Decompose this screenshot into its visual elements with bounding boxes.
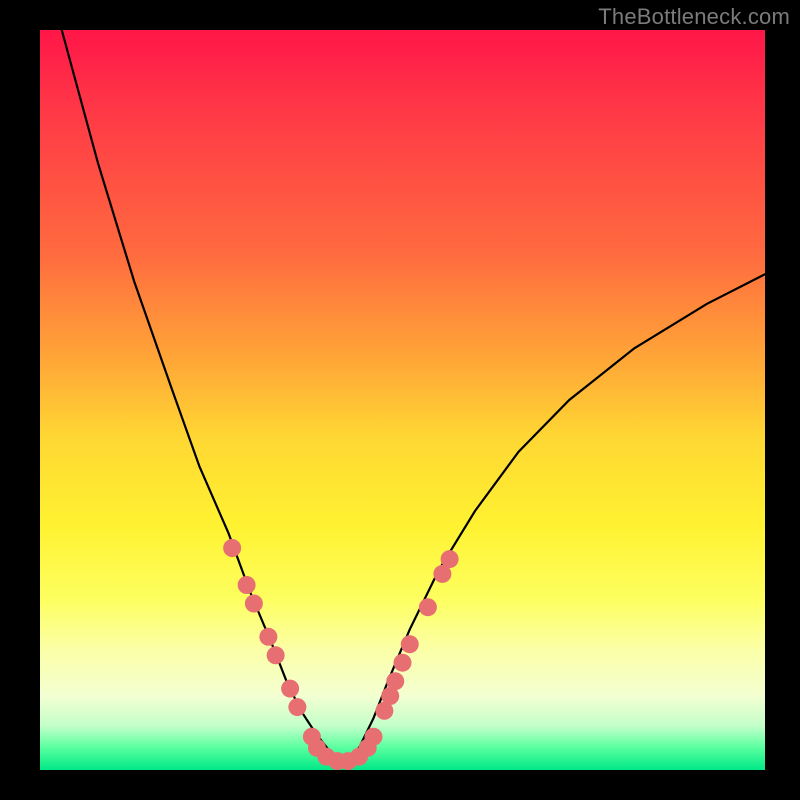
series-left-branch — [62, 30, 341, 763]
marker-dot — [365, 728, 383, 746]
marker-dot — [238, 576, 256, 594]
marker-dot — [419, 598, 437, 616]
plot-area — [40, 30, 765, 770]
marker-dot — [401, 635, 419, 653]
marker-dot — [288, 698, 306, 716]
marker-dot — [441, 550, 459, 568]
series-right-branch — [341, 274, 765, 762]
marker-dot — [267, 646, 285, 664]
marker-layer — [223, 539, 458, 770]
marker-dot — [223, 539, 241, 557]
watermark-text: TheBottleneck.com — [598, 4, 790, 30]
marker-dot — [259, 628, 277, 646]
chart-container: TheBottleneck.com — [0, 0, 800, 800]
marker-dot — [386, 672, 404, 690]
marker-dot — [281, 680, 299, 698]
chart-svg — [40, 30, 765, 770]
marker-dot — [245, 595, 263, 613]
curve-layer — [62, 30, 765, 763]
marker-dot — [394, 654, 412, 672]
